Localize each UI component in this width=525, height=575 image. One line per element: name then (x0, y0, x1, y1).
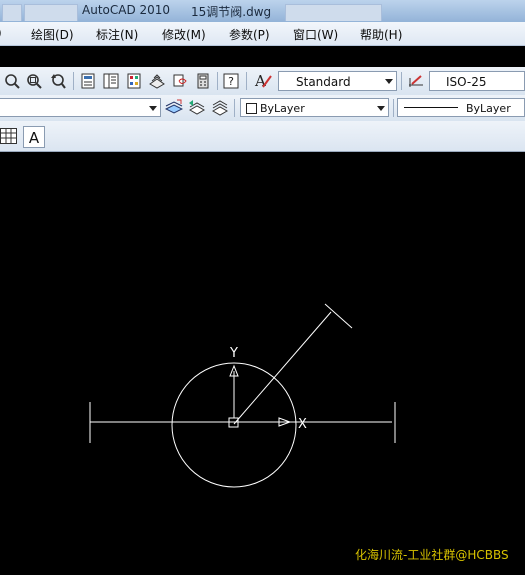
multiline-text-icon[interactable]: A (23, 126, 45, 148)
properties-icon[interactable] (80, 73, 96, 89)
linetype-select[interactable]: ByLayer (397, 98, 525, 117)
make-object-layer-current-icon[interactable] (165, 99, 183, 117)
calculator-icon[interactable] (195, 73, 211, 89)
menu-window[interactable]: 窗口(W) (293, 26, 338, 43)
text-style-value: Standard (296, 75, 351, 89)
background-tab-2[interactable] (285, 4, 382, 21)
dimension-style-icon[interactable] (407, 72, 425, 90)
menu-bar: ) 绘图(D) 标注(N) 修改(M) 参数(P) 窗口(W) 帮助(H) (0, 22, 525, 46)
color-value: ByLayer (260, 102, 305, 115)
standard-toolbar: ? A Standard ISO-25 (0, 67, 525, 96)
menu-edge-fragment: ) (0, 26, 2, 40)
svg-text:?: ? (228, 75, 234, 88)
toolbar-separator (401, 72, 402, 90)
toolbar-separator (73, 72, 74, 90)
table-icon[interactable] (0, 127, 18, 145)
svg-text:A: A (29, 129, 40, 146)
sheet-set-icon[interactable] (149, 73, 165, 89)
stem-end-tick (324, 303, 353, 329)
document-title: 15调节阀.dwg (191, 5, 272, 19)
help-icon[interactable]: ? (223, 73, 239, 89)
menu-parametric[interactable]: 参数(P) (229, 26, 270, 43)
menu-help[interactable]: 帮助(H) (360, 26, 402, 43)
color-swatch (246, 103, 257, 114)
layer-select[interactable] (0, 98, 161, 117)
zoom-realtime-icon[interactable] (4, 73, 20, 89)
dimension-style-select[interactable]: ISO-25 (429, 71, 525, 91)
toolbar-separator (246, 72, 247, 90)
zoom-previous-icon[interactable] (50, 73, 66, 89)
browser-icon (2, 4, 22, 21)
layer-previous-icon[interactable] (187, 99, 205, 117)
menu-dimension[interactable]: 标注(N) (96, 26, 138, 43)
linetype-value: ByLayer (466, 102, 511, 115)
layers-toolbar: ByLayer ByLayer (0, 95, 525, 122)
toolbar-separator (393, 99, 394, 117)
chevron-down-icon (385, 79, 393, 84)
svg-text:A: A (254, 72, 266, 90)
menu-draw[interactable]: 绘图(D) (31, 26, 74, 43)
draw-toolbar: A (0, 121, 525, 152)
drawing-canvas[interactable]: Y X (0, 152, 525, 572)
chevron-down-icon (149, 106, 157, 111)
tool-palettes-icon[interactable] (126, 73, 142, 89)
toolbar-separator (234, 99, 235, 117)
valve-stem-line (233, 311, 332, 425)
linetype-preview (404, 107, 458, 108)
toolbar-separator (217, 72, 218, 90)
ucs-x-label: X (298, 417, 307, 432)
title-bar: AutoCAD 2010 15调节阀.dwg (0, 0, 525, 23)
text-style-select[interactable]: Standard (278, 71, 397, 91)
zoom-window-icon[interactable] (26, 73, 42, 89)
watermark: 化海川流-工业社群@HCBBS (355, 548, 509, 562)
drawing-geometry: Y X (89, 303, 396, 488)
chevron-down-icon (377, 106, 385, 111)
color-select[interactable]: ByLayer (240, 98, 389, 117)
ucs-y-label: Y (229, 346, 238, 361)
design-center-icon[interactable] (103, 73, 119, 89)
text-style-icon[interactable]: A (254, 72, 272, 90)
background-tab[interactable] (24, 4, 78, 21)
dimension-style-value: ISO-25 (446, 75, 487, 89)
layer-states-icon[interactable] (210, 99, 228, 117)
app-title: AutoCAD 2010 (82, 3, 171, 17)
markup-set-icon[interactable] (172, 73, 188, 89)
menu-modify[interactable]: 修改(M) (162, 26, 206, 43)
